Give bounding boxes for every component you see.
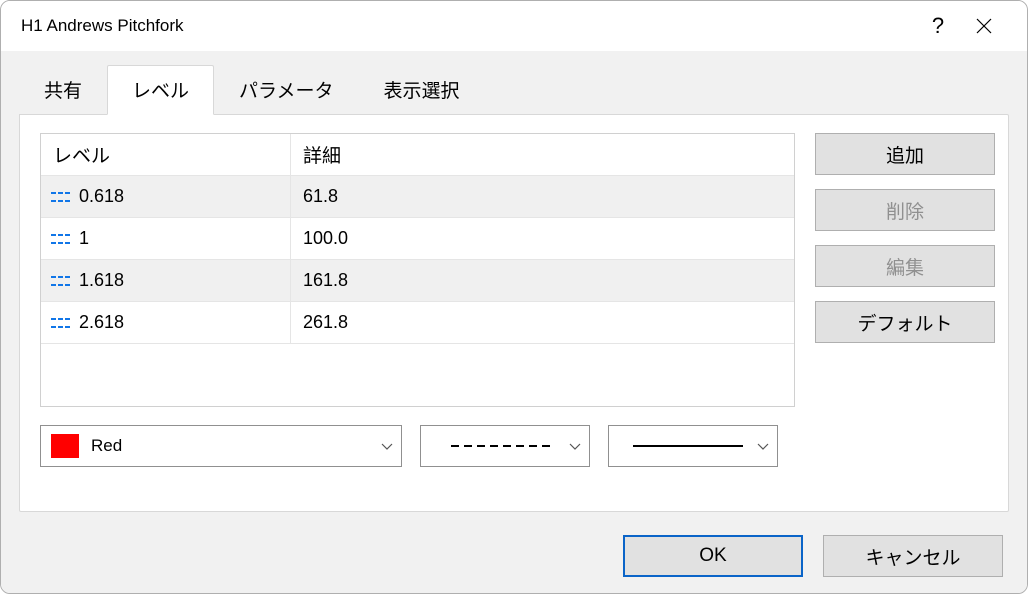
level-cell: 0.618 xyxy=(41,176,291,217)
titlebar: H1 Andrews Pitchfork ? xyxy=(1,1,1027,51)
props-row: Red xyxy=(40,425,795,467)
delete-button[interactable]: 削除 xyxy=(815,189,995,231)
chevron-down-icon xyxy=(381,443,391,449)
dialog-window: H1 Andrews Pitchfork ? 共有 レベル パラメータ 表示選択… xyxy=(0,0,1028,594)
table-row[interactable]: 2.618261.8 xyxy=(41,302,794,344)
level-line-icon xyxy=(51,276,71,286)
table-row[interactable]: 1.618161.8 xyxy=(41,260,794,302)
tab-strip: 共有 レベル パラメータ 表示選択 xyxy=(19,65,1009,114)
color-swatch xyxy=(51,434,79,458)
dialog-footer: OK キャンセル xyxy=(623,535,1003,577)
level-line-icon xyxy=(51,318,71,328)
help-icon[interactable]: ? xyxy=(915,3,961,49)
level-cell: 1.618 xyxy=(41,260,291,301)
levels-table: レベル 詳細 0.61861.81100.01.618161.82.618261… xyxy=(40,133,795,407)
close-icon[interactable] xyxy=(961,3,1007,49)
edit-button[interactable]: 編集 xyxy=(815,245,995,287)
color-dropdown[interactable]: Red xyxy=(40,425,402,467)
chevron-down-icon xyxy=(757,443,767,449)
ok-button[interactable]: OK xyxy=(623,535,803,577)
table-row[interactable]: 0.61861.8 xyxy=(41,176,794,218)
line-width-dropdown[interactable] xyxy=(608,425,778,467)
add-button[interactable]: 追加 xyxy=(815,133,995,175)
level-line-icon xyxy=(51,234,71,244)
default-button[interactable]: デフォルト xyxy=(815,301,995,343)
dialog-body: 共有 レベル パラメータ 表示選択 レベル 詳細 0.61861.81100.0… xyxy=(1,51,1027,594)
table-row[interactable]: 1100.0 xyxy=(41,218,794,260)
line-style-dropdown[interactable] xyxy=(420,425,590,467)
detail-cell: 161.8 xyxy=(291,270,794,291)
window-title: H1 Andrews Pitchfork xyxy=(21,16,915,36)
tab-share[interactable]: 共有 xyxy=(19,65,107,114)
cancel-button[interactable]: キャンセル xyxy=(823,535,1003,577)
tab-display[interactable]: 表示選択 xyxy=(358,65,484,114)
dash-line-icon xyxy=(431,445,569,447)
header-detail[interactable]: 詳細 xyxy=(291,141,794,168)
table-header: レベル 詳細 xyxy=(41,134,794,176)
detail-cell: 261.8 xyxy=(291,312,794,333)
solid-line-icon xyxy=(619,445,757,447)
level-cell: 1 xyxy=(41,218,291,259)
tab-panel: レベル 詳細 0.61861.81100.01.618161.82.618261… xyxy=(19,114,1009,512)
chevron-down-icon xyxy=(569,443,579,449)
tab-levels[interactable]: レベル xyxy=(107,65,214,115)
detail-cell: 100.0 xyxy=(291,228,794,249)
detail-cell: 61.8 xyxy=(291,186,794,207)
color-name: Red xyxy=(91,436,122,456)
level-line-icon xyxy=(51,192,71,202)
header-level[interactable]: レベル xyxy=(41,134,291,175)
level-cell: 2.618 xyxy=(41,302,291,343)
tab-params[interactable]: パラメータ xyxy=(214,65,358,114)
